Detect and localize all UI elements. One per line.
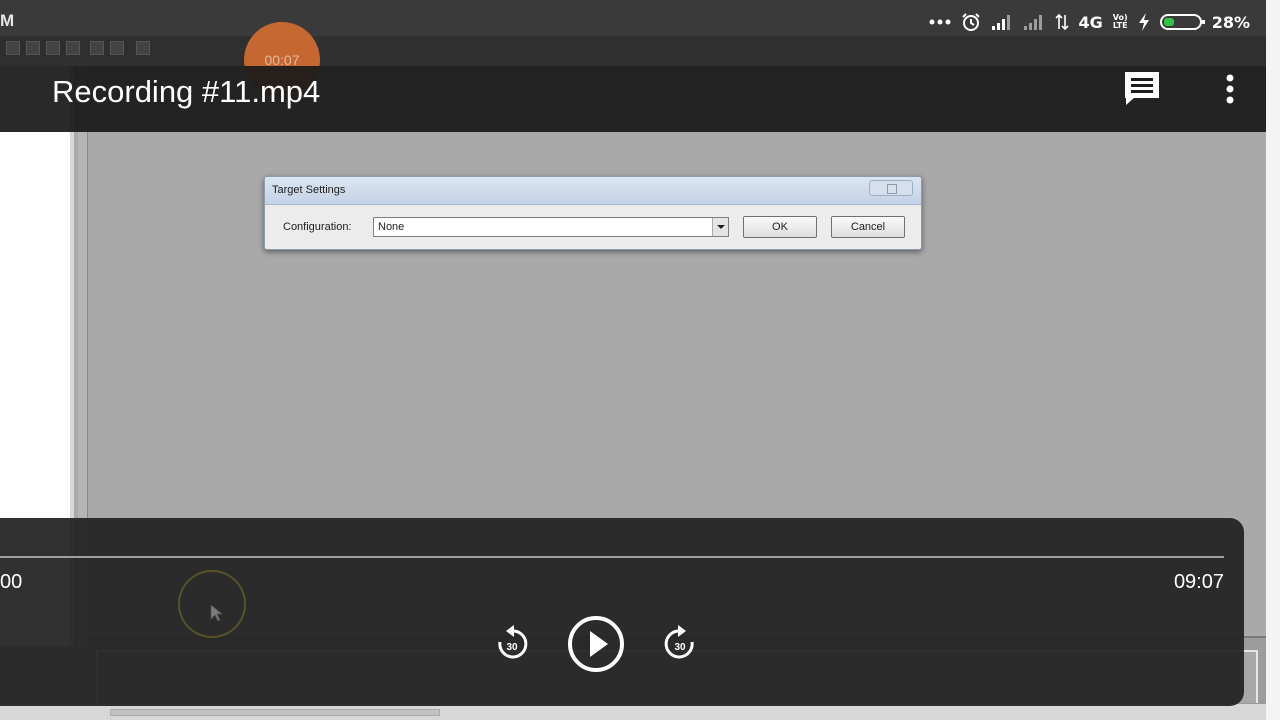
volte-icon: Vo) LTE	[1112, 13, 1128, 30]
network-type: 4G	[1078, 12, 1103, 32]
mouse-cursor-icon	[210, 604, 224, 622]
player-controls: 00 09:07 30 30	[0, 518, 1244, 706]
app-letter: M	[0, 11, 15, 30]
dropdown-arrow-icon	[712, 218, 728, 236]
dialog-cancel-button: Cancel	[831, 216, 905, 238]
alarm-icon	[961, 13, 980, 31]
configuration-label: Configuration:	[283, 221, 352, 233]
configuration-value: None	[378, 221, 405, 233]
top-app-bar: Recording #11.mp4	[0, 66, 1266, 132]
data-transfer-icon	[1054, 13, 1069, 31]
forward-30-button[interactable]: 30	[662, 622, 698, 664]
configuration-select: None	[373, 217, 729, 237]
more-vert-icon	[1226, 74, 1234, 104]
subtitles-icon	[1125, 72, 1159, 105]
seek-bar[interactable]	[0, 556, 1224, 558]
rewind-30-button[interactable]: 30	[494, 622, 530, 664]
more-notifications-icon	[929, 19, 951, 25]
dialog-titlebar: Target Settings	[265, 177, 921, 205]
target-settings-dialog: Target Settings Configuration: None OK C…	[264, 176, 922, 250]
dialog-close-icon	[869, 180, 913, 196]
current-time: 00	[0, 571, 23, 593]
signal-icon	[991, 15, 1010, 30]
subtitles-button[interactable]	[1120, 68, 1164, 108]
total-time: 09:07	[1173, 571, 1224, 593]
more-options-button[interactable]	[1212, 68, 1248, 108]
dialog-ok-button: OK	[743, 216, 817, 238]
charging-bolt-icon	[1138, 13, 1149, 31]
signal-weak-icon	[1023, 15, 1042, 30]
battery-percent: 28%	[1211, 12, 1250, 32]
recorded-toolbar	[0, 36, 1266, 66]
replay-30-icon: 30	[498, 625, 528, 659]
status-bar: 4G Vo) LTE 28%	[919, 10, 1250, 34]
play-icon	[568, 616, 624, 672]
dialog-title: Target Settings	[272, 184, 346, 196]
forward-seconds: 30	[674, 642, 686, 653]
battery-icon	[1159, 14, 1205, 30]
forward-30-icon: 30	[664, 625, 694, 659]
play-button[interactable]	[566, 614, 626, 674]
rewind-seconds: 30	[506, 642, 518, 653]
video-edge	[1266, 0, 1280, 720]
video-title: Recording #11.mp4	[52, 74, 321, 109]
